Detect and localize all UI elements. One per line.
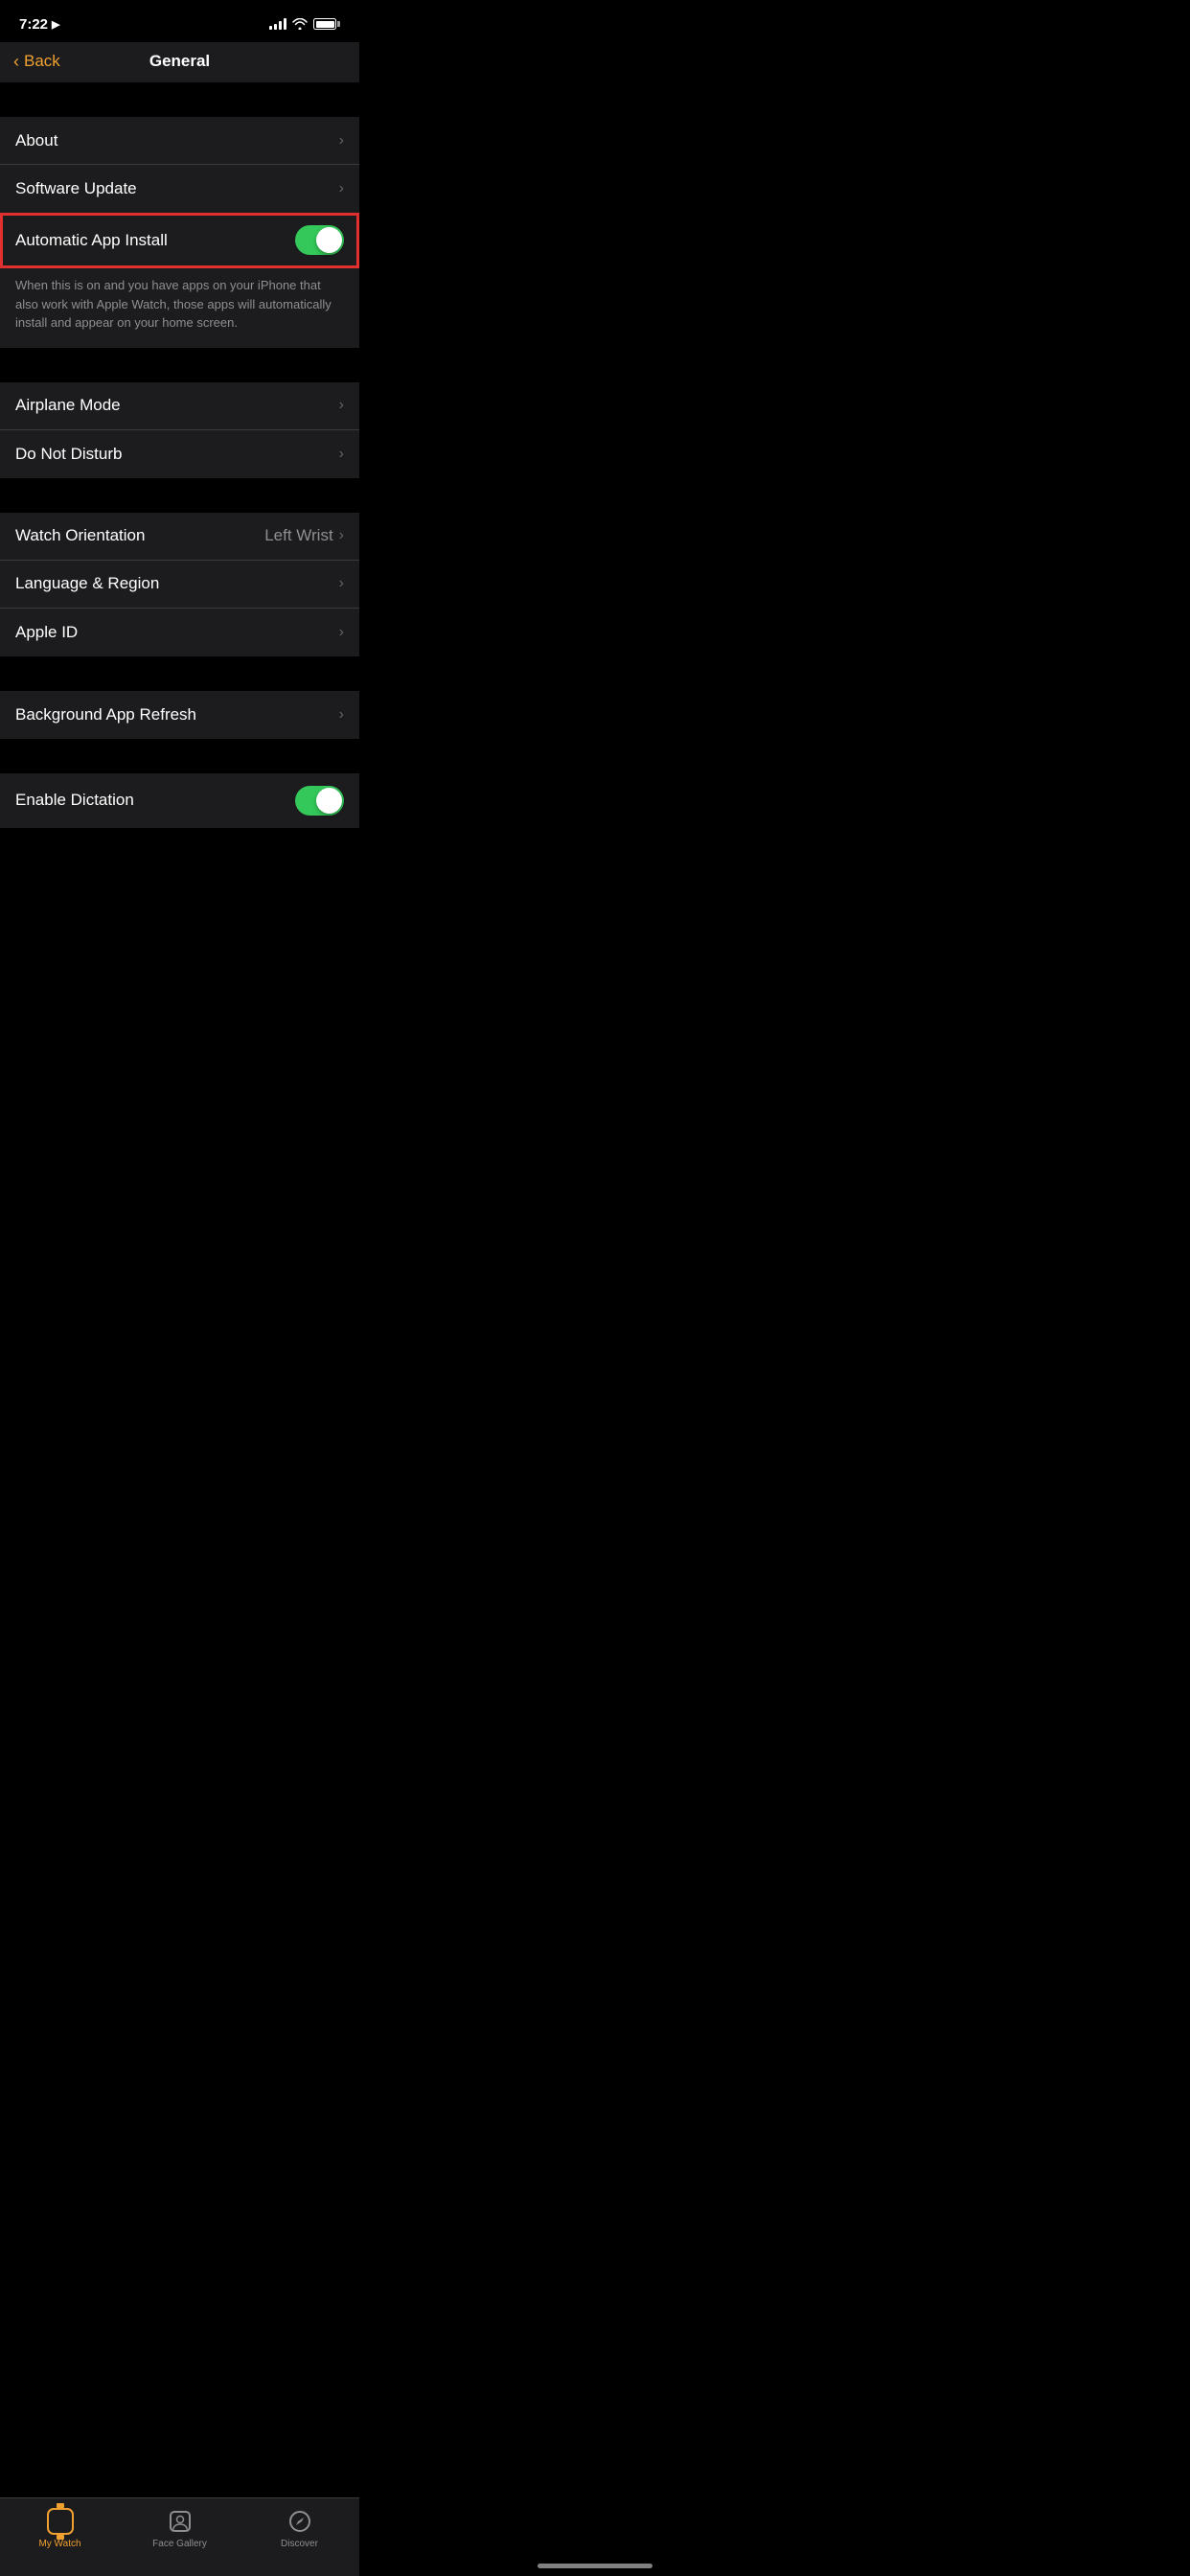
section-gap-1 [0, 82, 359, 117]
watch-orientation-value: Left Wrist [264, 526, 332, 545]
airplane-mode-chevron-icon: › [339, 397, 344, 414]
tab-face-gallery[interactable]: Face Gallery [120, 2508, 240, 2549]
section-2: Automatic App Install When this is on an… [0, 213, 359, 348]
do-not-disturb-label: Do Not Disturb [15, 445, 122, 464]
auto-app-install-description: When this is on and you have apps on you… [0, 268, 359, 348]
enable-dictation-row[interactable]: Enable Dictation [0, 773, 359, 828]
toggle-knob [316, 227, 342, 253]
background-refresh-row[interactable]: Background App Refresh › [0, 691, 359, 739]
discover-icon [286, 2508, 313, 2535]
do-not-disturb-chevron-icon: › [339, 446, 344, 463]
wifi-icon [292, 18, 308, 30]
status-time: 7:22 ▶ [19, 16, 60, 33]
language-region-right: › [339, 575, 344, 592]
software-update-row[interactable]: Software Update › [0, 165, 359, 213]
apple-id-label: Apple ID [15, 623, 78, 642]
auto-app-install-desc-text: When this is on and you have apps on you… [15, 278, 332, 330]
section-gap-4 [0, 478, 359, 513]
back-button[interactable]: ‹ Back [13, 52, 60, 72]
enable-dictation-toggle[interactable] [295, 786, 344, 816]
my-watch-icon [47, 2508, 74, 2535]
language-region-label: Language & Region [15, 574, 159, 593]
airplane-mode-label: Airplane Mode [15, 396, 121, 415]
auto-app-install-toggle[interactable] [295, 225, 344, 255]
section-gap-6 [0, 739, 359, 773]
location-icon: ▶ [52, 18, 59, 31]
watch-orientation-row[interactable]: Watch Orientation Left Wrist › [0, 513, 359, 561]
background-refresh-right: › [339, 706, 344, 724]
dictation-toggle-knob [316, 788, 342, 814]
background-refresh-chevron-icon: › [339, 706, 344, 724]
face-gallery-icon [167, 2508, 194, 2535]
about-label: About [15, 131, 57, 150]
software-update-chevron-icon: › [339, 180, 344, 197]
status-icons [269, 18, 340, 30]
back-label: Back [24, 52, 60, 71]
do-not-disturb-row[interactable]: Do Not Disturb › [0, 430, 359, 478]
time-display: 7:22 [19, 16, 48, 33]
apple-id-right: › [339, 624, 344, 641]
my-watch-tab-label: My Watch [38, 2539, 80, 2549]
apple-id-chevron-icon: › [339, 624, 344, 641]
watch-orientation-label: Watch Orientation [15, 526, 145, 545]
section-4: Watch Orientation Left Wrist › Language … [0, 513, 359, 656]
airplane-mode-right: › [339, 397, 344, 414]
back-chevron-icon: ‹ [13, 52, 19, 72]
section-gap-3 [0, 348, 359, 382]
about-chevron-icon: › [339, 132, 344, 150]
home-indicator [538, 2564, 652, 2568]
watch-orientation-chevron-icon: › [339, 527, 344, 544]
status-bar: 7:22 ▶ [0, 0, 359, 42]
section-1: About › Software Update › [0, 117, 359, 213]
do-not-disturb-right: › [339, 446, 344, 463]
about-row[interactable]: About › [0, 117, 359, 165]
enable-dictation-label: Enable Dictation [15, 791, 134, 810]
apple-id-row[interactable]: Apple ID › [0, 609, 359, 656]
main-content: About › Software Update › Automatic App … [0, 82, 359, 924]
software-update-label: Software Update [15, 179, 137, 198]
section-5: Background App Refresh › [0, 691, 359, 739]
page-title: General [149, 52, 210, 71]
auto-app-install-row[interactable]: Automatic App Install [0, 213, 359, 268]
nav-header: ‹ Back General [0, 42, 359, 82]
tab-discover[interactable]: Discover [240, 2508, 359, 2549]
section-6: Enable Dictation [0, 773, 359, 828]
auto-app-install-label: Automatic App Install [15, 231, 168, 250]
tab-my-watch[interactable]: My Watch [0, 2508, 120, 2549]
section-gap-5 [0, 656, 359, 691]
language-region-row[interactable]: Language & Region › [0, 561, 359, 609]
language-region-chevron-icon: › [339, 575, 344, 592]
face-gallery-tab-label: Face Gallery [152, 2539, 207, 2549]
section-3: Airplane Mode › Do Not Disturb › [0, 382, 359, 478]
software-update-right: › [339, 180, 344, 197]
watch-orientation-right: Left Wrist › [264, 526, 344, 545]
background-refresh-label: Background App Refresh [15, 705, 196, 724]
signal-icon [269, 18, 286, 30]
about-right: › [339, 132, 344, 150]
discover-tab-label: Discover [281, 2539, 318, 2549]
airplane-mode-row[interactable]: Airplane Mode › [0, 382, 359, 430]
tab-bar: My Watch Face Gallery Discover [0, 2497, 359, 2576]
battery-icon [313, 18, 340, 30]
